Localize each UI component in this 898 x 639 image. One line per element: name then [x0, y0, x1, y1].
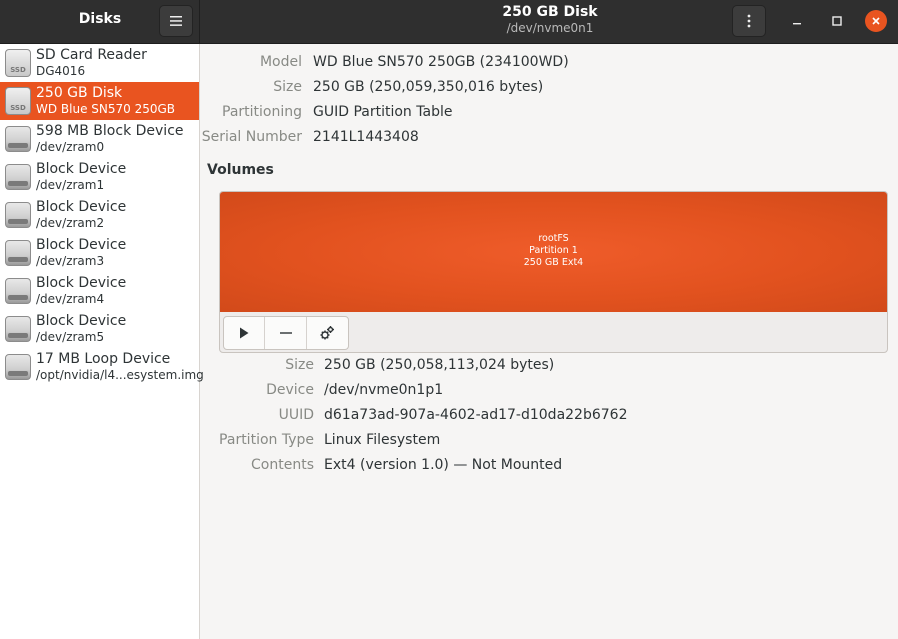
partition-size-type: 250 GB Ext4	[523, 257, 584, 268]
minimize-icon	[793, 23, 801, 25]
block-device-icon	[5, 126, 31, 152]
block-device-icon	[5, 354, 31, 380]
model-value: WD Blue SN570 250GB (234100WD)	[313, 54, 569, 70]
sidebar-item-subtitle: /opt/nvidia/l4...esystem.img	[36, 368, 204, 382]
partition-name: rootFS	[538, 233, 569, 244]
volumes-heading: Volumes	[207, 162, 274, 178]
sidebar-item-loop-device[interactable]: 17 MB Loop Device /opt/nvidia/l4...esyst…	[0, 348, 204, 386]
sidebar-item-subtitle: /dev/zram4	[36, 292, 105, 306]
size-value: 250 GB (250,059,350,016 bytes)	[313, 79, 544, 95]
sidebar-item-name: Block Device	[36, 275, 127, 291]
sidebar-item-subtitle: WD Blue SN570 250GB	[36, 102, 176, 116]
partitioning-label: Partitioning	[222, 104, 302, 120]
serial-number-label: Serial Number	[201, 129, 302, 145]
serial-number-value: 2141L1443408	[313, 129, 419, 145]
device-sidebar: SSD SD Card Reader DG4016 SSD 250 GB Dis…	[0, 44, 204, 639]
partition-label: rootFS Partition 1 250 GB Ext4	[220, 233, 887, 269]
block-device-icon	[5, 240, 31, 266]
block-device-icon	[5, 316, 31, 342]
sidebar-item-zram1[interactable]: Block Device /dev/zram1	[0, 158, 199, 196]
uuid-label: UUID	[278, 407, 314, 423]
sidebar-item-zram4[interactable]: Block Device /dev/zram4	[0, 272, 199, 310]
device-label: Device	[266, 382, 314, 398]
sidebar-item-name: Block Device	[36, 313, 127, 329]
play-icon	[240, 327, 249, 339]
block-device-icon	[5, 164, 31, 190]
close-button[interactable]	[865, 10, 887, 32]
sidebar-item-subtitle: /dev/zram1	[36, 178, 105, 192]
sidebar-item-subtitle: /dev/zram2	[36, 216, 105, 230]
close-icon	[872, 17, 880, 25]
partitioning-value: GUID Partition Table	[313, 104, 453, 120]
sidebar-item-name: Block Device	[36, 237, 127, 253]
sidebar-item-subtitle: /dev/zram0	[36, 140, 105, 154]
volume-size-label: Size	[285, 357, 314, 373]
device-value: /dev/nvme0n1p1	[324, 382, 444, 398]
model-label: Model	[259, 54, 302, 70]
volumes-map: rootFS Partition 1 250 GB Ext4	[219, 191, 888, 353]
size-label: Size	[273, 79, 302, 95]
contents-value: Ext4 (version 1.0) — Not Mounted	[324, 457, 563, 473]
partition-1-block[interactable]: rootFS Partition 1 250 GB Ext4	[220, 192, 887, 312]
hamburger-menu-icon	[170, 16, 182, 26]
sidebar-header: Disks	[0, 0, 200, 44]
main-menu-button[interactable]	[159, 5, 193, 37]
ssd-icon: SSD	[5, 49, 31, 77]
sidebar-item-250gb-disk[interactable]: SSD 250 GB Disk WD Blue SN570 250GB	[0, 82, 199, 120]
maximize-icon	[832, 16, 842, 26]
contents-label: Contents	[251, 457, 314, 473]
delete-partition-button[interactable]	[265, 317, 307, 349]
ssd-icon: SSD	[5, 87, 31, 115]
sidebar-item-sd-card-reader[interactable]: SSD SD Card Reader DG4016	[0, 44, 199, 82]
sidebar-item-name: Block Device	[36, 161, 127, 177]
sidebar-item-name: SD Card Reader	[36, 47, 147, 63]
partition-number: Partition 1	[529, 245, 578, 256]
disk-details-panel: Model WD Blue SN570 250GB (234100WD) Siz…	[201, 44, 898, 639]
gears-icon	[320, 326, 335, 340]
sidebar-item-zram5[interactable]: Block Device /dev/zram5	[0, 310, 199, 348]
sidebar-item-subtitle: /dev/zram3	[36, 254, 105, 268]
partition-type-value: Linux Filesystem	[324, 432, 441, 448]
partition-type-label: Partition Type	[219, 432, 314, 448]
disk-menu-button[interactable]	[732, 5, 766, 37]
minus-icon	[279, 332, 292, 334]
minimize-button[interactable]	[786, 10, 808, 32]
uuid-value: d61a73ad-907a-4602-ad17-d10da22b6762	[324, 407, 628, 423]
sidebar-item-name: 598 MB Block Device	[36, 123, 184, 139]
mount-button[interactable]	[224, 317, 266, 349]
header-bar: Disks 250 GB Disk /dev/nvme0n1	[0, 0, 898, 44]
sidebar-item-subtitle: /dev/zram5	[36, 330, 105, 344]
block-device-icon	[5, 202, 31, 228]
block-device-icon	[5, 278, 31, 304]
sidebar-item-subtitle: DG4016	[36, 64, 86, 78]
volume-toolbar	[223, 316, 349, 350]
sidebar-item-zram0[interactable]: 598 MB Block Device /dev/zram0	[0, 120, 199, 158]
sidebar-item-name: Block Device	[36, 199, 127, 215]
partition-options-button[interactable]	[307, 317, 348, 349]
sidebar-item-zram3[interactable]: Block Device /dev/zram3	[0, 234, 199, 272]
maximize-button[interactable]	[826, 10, 848, 32]
volume-size-value: 250 GB (250,058,113,024 bytes)	[324, 357, 555, 373]
sidebar-item-name: 17 MB Loop Device	[36, 351, 171, 367]
vertical-dots-icon	[747, 14, 751, 28]
sidebar-item-name: 250 GB Disk	[36, 85, 123, 101]
sidebar-item-zram2[interactable]: Block Device /dev/zram2	[0, 196, 199, 234]
